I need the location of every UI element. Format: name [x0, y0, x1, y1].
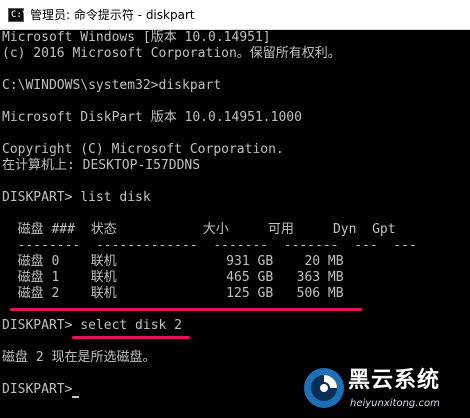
- console-output[interactable]: Microsoft Windows [版本 10.0.14951] (c) 20…: [0, 30, 470, 418]
- disk-table-row: 磁盘 0 联机 931 GB 20 MB: [2, 254, 344, 269]
- console-icon-glyph: C:\: [11, 10, 28, 20]
- text-cursor: [72, 396, 79, 398]
- disk-table-header: 磁盘 ### 状态 大小 可用 Dyn Gpt: [2, 222, 396, 237]
- disk-table-separator: -------- ------------- ------- ------- -…: [2, 238, 417, 253]
- disk-table-row: 磁盘 2 联机 125 GB 506 MB: [2, 286, 344, 301]
- watermark-url: heiyunxitong.com: [350, 398, 440, 409]
- console-line: (c) 2016 Microsoft Corporation。保留所有权利。: [2, 46, 341, 61]
- console-line: Copyright (C) Microsoft Corporation.: [2, 142, 284, 157]
- console-line: 磁盘 2 现在是所选磁盘。: [2, 350, 156, 365]
- cloud-logo-icon: [304, 368, 344, 408]
- highlight-underline-command: [72, 336, 190, 339]
- console-line: 在计算机上: DESKTOP-I57DDNS: [2, 158, 201, 173]
- watermark-brand: 黑云系统: [348, 368, 441, 393]
- title-bar: C:\ 管理员: 命令提示符 - diskpart: [0, 0, 470, 30]
- highlight-underline-disk-2: [10, 308, 362, 311]
- console-prompt[interactable]: DISKPART>: [2, 382, 80, 398]
- console-line: Microsoft Windows [版本 10.0.14951]: [2, 30, 271, 45]
- console-line: DISKPART> list disk: [2, 190, 151, 205]
- window-title: 管理员: 命令提示符 - diskpart: [30, 8, 195, 22]
- console-line: Microsoft DiskPart 版本 10.0.14951.1000: [2, 110, 302, 125]
- console-command: DISKPART> select disk 2: [2, 318, 183, 333]
- console-icon: C:\: [8, 8, 28, 22]
- disk-table-row: 磁盘 1 联机 465 GB 363 MB: [2, 270, 344, 285]
- watermark: 黑云系统 heiyunxitong.com: [300, 366, 470, 418]
- console-line: C:\WINDOWS\system32>diskpart: [2, 78, 222, 93]
